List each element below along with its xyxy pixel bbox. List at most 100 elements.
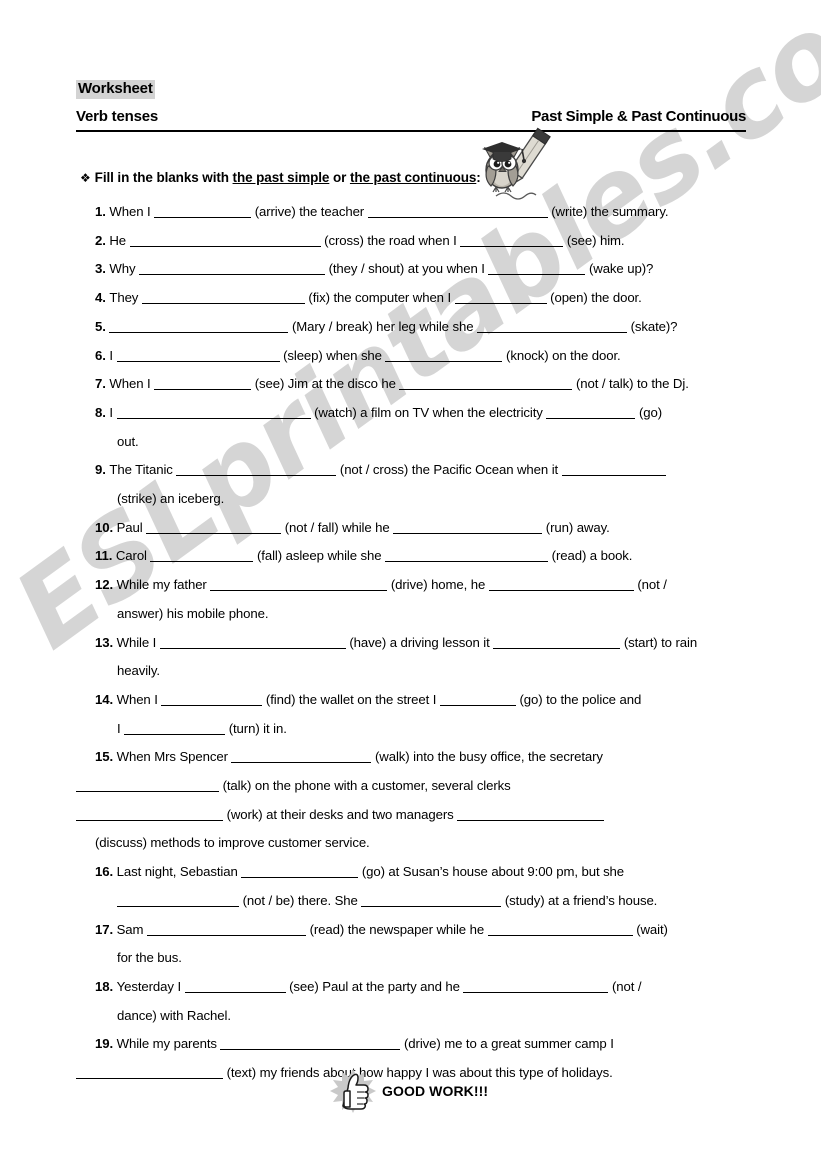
answer-blank[interactable]: [76, 1066, 223, 1080]
question-number: 12.: [95, 577, 117, 593]
answer-blank[interactable]: [159, 636, 346, 649]
answer-blank[interactable]: [231, 750, 372, 764]
answer-blank[interactable]: [147, 923, 306, 936]
answer-blank[interactable]: [220, 1037, 401, 1051]
question-text: (find) the wallet on the street I: [262, 691, 440, 707]
answer-blank[interactable]: [161, 693, 263, 706]
question-continuation: (work) at their desks and two managers: [76, 801, 746, 830]
answer-blank[interactable]: [184, 980, 286, 993]
question-text: (see) him.: [563, 232, 625, 248]
question-item: 18. Yesterday I (see) Paul at the party …: [95, 973, 746, 1002]
answer-blank[interactable]: [546, 406, 636, 419]
question-item: 12. While my father (drive) home, he (no…: [95, 571, 746, 600]
instruction-text-middle: or: [329, 170, 350, 185]
question-text: (walk) into the busy office, the secreta…: [371, 749, 603, 765]
worksheet-header: Worksheet Verb tenses Past Simple & Past…: [76, 80, 746, 132]
question-continuation: (not / be) there. She (study) at a frien…: [95, 887, 746, 916]
question-text: (work) at their desks and two managers: [223, 806, 458, 822]
answer-blank[interactable]: [241, 865, 359, 879]
answer-blank[interactable]: [176, 463, 337, 477]
question-item: 17. Sam (read) the newspaper while he (w…: [95, 916, 746, 945]
question-text: (they / shout) at you when I: [325, 261, 489, 277]
question-text: (turn) it in.: [225, 720, 287, 736]
answer-blank[interactable]: [76, 779, 219, 793]
question-item: 13. While I (have) a driving lesson it (…: [95, 629, 746, 658]
answer-blank[interactable]: [488, 578, 634, 592]
answer-blank[interactable]: [361, 894, 502, 907]
answer-blank[interactable]: [454, 291, 547, 305]
question-number: 10.: [95, 519, 117, 535]
header-title-row: Verb tenses Past Simple & Past Continuou…: [76, 108, 746, 132]
answer-blank[interactable]: [150, 549, 254, 563]
question-item: 14. When I (find) the wallet on the stre…: [95, 686, 746, 715]
question-item: 8. I (watch) a film on TV when the elect…: [95, 399, 746, 428]
question-continuation: I (turn) it in.: [95, 715, 746, 744]
instruction-line: ❖ Fill in the blanks with the past simple…: [80, 170, 750, 185]
answer-blank[interactable]: [139, 262, 326, 276]
question-text: (skate)?: [627, 318, 678, 334]
question-item: 1. When I (arrive) the teacher (write) t…: [95, 198, 746, 227]
answer-blank[interactable]: [463, 980, 609, 993]
question-text: (read) a book.: [548, 548, 633, 564]
question-number: 2.: [95, 232, 110, 248]
question-number: 13.: [95, 634, 117, 650]
question-item: 6. I (sleep) when she (knock) on the doo…: [95, 342, 746, 371]
answer-blank[interactable]: [154, 205, 252, 218]
answer-blank[interactable]: [129, 234, 321, 247]
question-number: 5.: [95, 318, 110, 334]
answer-blank[interactable]: [561, 463, 666, 477]
question-text: (drive) me to a great summer camp I: [400, 1036, 614, 1052]
question-continuation: heavily.: [117, 663, 160, 679]
question-text: I: [109, 347, 117, 363]
question-continuation: (talk) on the phone with a customer, sev…: [76, 772, 746, 801]
answer-blank[interactable]: [116, 349, 280, 362]
question-text: (arrive) the teacher: [251, 204, 368, 219]
question-number: 9.: [95, 462, 110, 478]
answer-blank[interactable]: [457, 808, 605, 821]
answer-blank[interactable]: [116, 406, 311, 419]
answer-blank[interactable]: [460, 234, 564, 247]
question-text: (start) to rain: [620, 634, 698, 650]
answer-blank[interactable]: [141, 291, 305, 305]
answer-blank[interactable]: [487, 923, 633, 936]
answer-blank[interactable]: [124, 722, 226, 735]
answer-blank[interactable]: [493, 636, 621, 649]
question-text: (talk) on the phone with a customer, sev…: [219, 778, 511, 794]
question-text: (open) the door.: [546, 290, 642, 306]
answer-blank[interactable]: [367, 205, 548, 218]
question-number: 1.: [95, 204, 110, 219]
answer-blank[interactable]: [399, 377, 573, 391]
question-text: While my father: [116, 577, 211, 593]
answer-blank[interactable]: [393, 521, 543, 534]
answer-blank[interactable]: [76, 808, 223, 821]
question-number: 18.: [95, 978, 117, 994]
question-text: (read) the newspaper while he: [306, 921, 488, 937]
question-item: 19. While my parents (drive) me to a gre…: [95, 1030, 746, 1059]
answer-blank[interactable]: [117, 894, 239, 907]
answer-blank[interactable]: [488, 262, 586, 276]
answer-blank[interactable]: [477, 320, 627, 333]
question-number: 15.: [95, 749, 117, 765]
question-text: (go) at Susan’s house about 9:00 pm, but…: [358, 864, 625, 880]
question-text: (sleep) when she: [279, 347, 386, 363]
question-text: Sam: [116, 921, 147, 937]
answer-blank[interactable]: [385, 349, 503, 362]
answer-blank[interactable]: [154, 377, 252, 391]
question-text: While I: [116, 634, 160, 650]
question-text: (cross) the road when I: [320, 232, 461, 248]
question-text: (see) Jim at the disco he: [251, 376, 400, 392]
question-text: (have) a driving lesson it: [345, 634, 494, 650]
question-continuation: for the bus.: [117, 950, 182, 966]
question-text: (drive) home, he: [387, 577, 489, 593]
answer-blank[interactable]: [385, 549, 549, 563]
answer-blank[interactable]: [439, 693, 516, 706]
question-item: 3. Why (they / shout) at you when I (wak…: [95, 255, 746, 284]
answer-blank[interactable]: [210, 578, 388, 592]
worksheet-body: Worksheet Verb tenses Past Simple & Past…: [76, 80, 746, 1088]
question-text: (not /: [633, 577, 667, 593]
question-text: Carol: [115, 548, 151, 564]
question-text: When I: [116, 691, 162, 707]
answer-blank[interactable]: [146, 521, 282, 534]
answer-blank[interactable]: [109, 320, 289, 333]
question-number: 3.: [95, 261, 110, 277]
